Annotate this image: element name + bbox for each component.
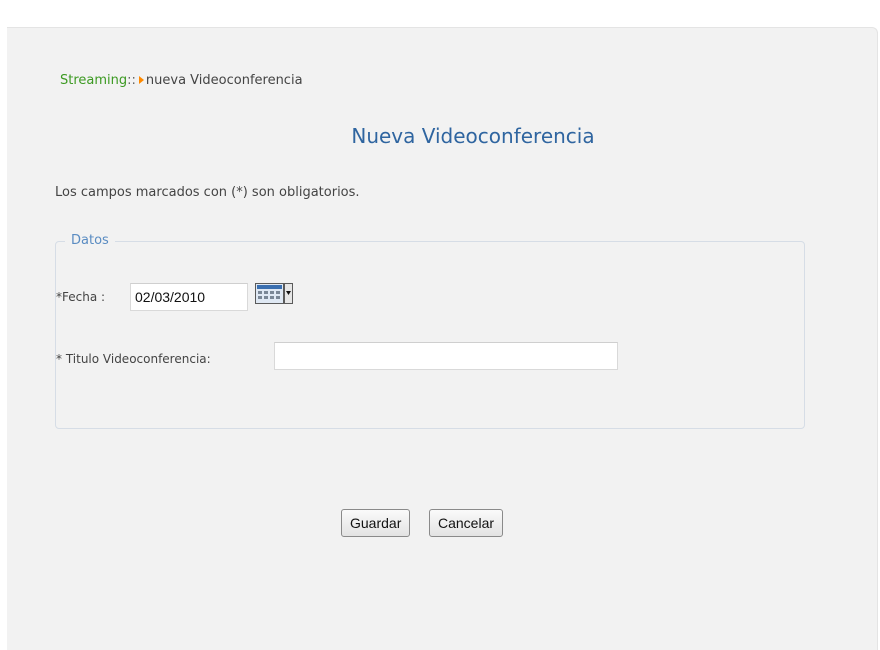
fieldset-legend: Datos <box>65 233 115 248</box>
breadcrumb-separator: :: <box>127 73 136 88</box>
datos-fieldset <box>55 241 805 429</box>
arrow-right-icon <box>138 76 144 84</box>
calendar-picker-button[interactable] <box>255 283 293 305</box>
page-title: Nueva Videoconferencia <box>0 124 860 148</box>
save-button[interactable]: Guardar <box>341 509 411 537</box>
titulo-input[interactable] <box>274 342 618 370</box>
cancel-button[interactable]: Cancelar <box>429 509 504 537</box>
calendar-icon <box>255 283 293 304</box>
titulo-label: * Titulo Videoconferencia: <box>56 352 211 366</box>
fecha-input[interactable] <box>130 283 248 311</box>
fecha-label: *Fecha : <box>56 290 106 304</box>
breadcrumb-root[interactable]: Streaming <box>60 73 127 88</box>
required-fields-note: Los campos marcados con (*) son obligato… <box>55 185 360 200</box>
breadcrumb: Streaming:: nueva Videoconferencia <box>60 73 303 88</box>
page-title-text: Nueva Videoconferencia <box>351 124 595 148</box>
breadcrumb-current: nueva Videoconferencia <box>145 73 303 88</box>
